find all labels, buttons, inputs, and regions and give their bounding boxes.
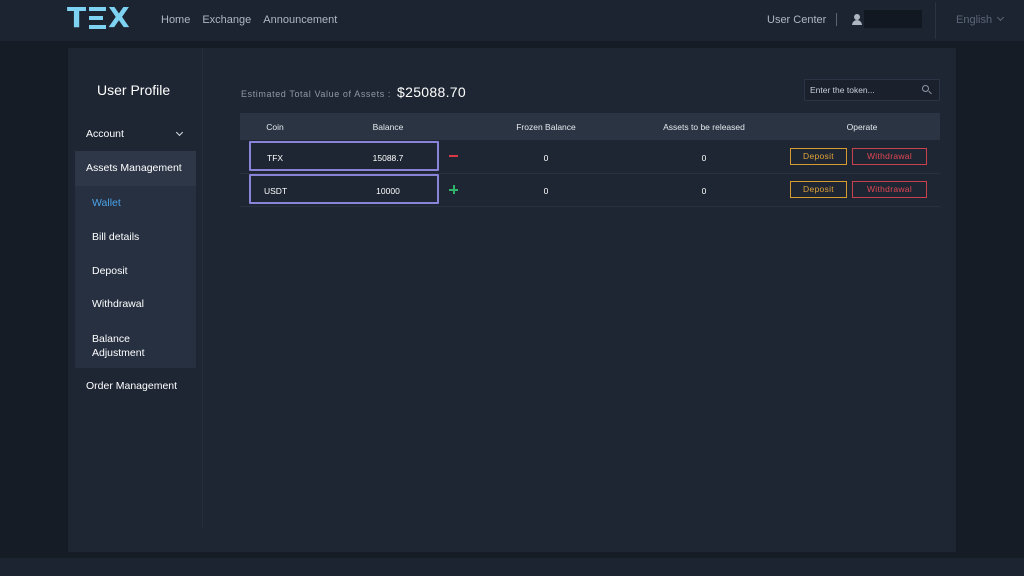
search-icon[interactable] [922, 85, 932, 95]
table-row: TFX 15088.7 0 0 Deposit Withdrawal [240, 141, 940, 174]
user-name-redacted[interactable] [864, 10, 922, 28]
sidebar: User Profile Account Assets Management W… [68, 48, 203, 528]
sidebar-item-account[interactable]: Account [86, 128, 196, 140]
estimated-total-value: Estimated Total Value of Assets : $25088.… [241, 84, 466, 102]
withdrawal-button[interactable]: Withdrawal [852, 148, 927, 165]
assets-to-release-cell: 0 [701, 153, 707, 163]
column-header-coin: Coin [266, 122, 284, 132]
withdrawal-button[interactable]: Withdrawal [852, 181, 927, 198]
column-header-operate: Operate [846, 122, 878, 132]
tex-logo[interactable]: T X [67, 4, 131, 32]
coin-cell: USDT [264, 186, 288, 196]
footer-bar [0, 558, 1024, 576]
sidebar-title: User Profile [97, 82, 171, 98]
sidebar-item-balance-adjustment[interactable]: Balance Adjustment [92, 332, 162, 360]
sidebar-item-assets-management[interactable]: Assets Management [75, 151, 196, 186]
nav-home[interactable]: Home [161, 13, 190, 27]
frozen-balance-cell: 0 [543, 153, 549, 163]
deposit-button[interactable]: Deposit [790, 181, 847, 198]
chevron-down-icon [175, 128, 184, 137]
sidebar-item-label: Account [86, 128, 124, 140]
divider [935, 2, 936, 39]
balance-cell: 10000 [376, 186, 400, 196]
sidebar-item-wallet[interactable]: Wallet [92, 197, 121, 209]
estimated-total-value-amount: $25088.70 [397, 84, 466, 100]
minus-icon[interactable] [449, 155, 458, 157]
nav-announcement[interactable]: Announcement [263, 13, 337, 27]
assets-table-header: Coin Balance Frozen Balance Assets to be… [240, 113, 940, 140]
language-selector[interactable]: English [956, 13, 1005, 26]
main-nav: Home Exchange Announcement [161, 13, 349, 27]
logo-e-mark [89, 7, 107, 29]
sidebar-item-order-management[interactable]: Order Management [86, 380, 177, 392]
nav-exchange[interactable]: Exchange [202, 13, 251, 27]
divider [836, 13, 837, 26]
column-header-frozen-balance: Frozen Balance [516, 122, 576, 132]
language-label: English [956, 14, 993, 26]
main-panel: User Profile Account Assets Management W… [68, 48, 956, 552]
column-header-assets-to-be-released: Assets to be released [663, 122, 745, 132]
chevron-down-icon [997, 13, 1005, 22]
frozen-balance-cell: 0 [543, 186, 549, 196]
user-icon[interactable] [851, 13, 863, 26]
user-center-link[interactable]: User Center [767, 14, 827, 26]
sidebar-item-withdrawal[interactable]: Withdrawal [92, 298, 144, 310]
deposit-button[interactable]: Deposit [790, 148, 847, 165]
plus-icon[interactable] [449, 185, 458, 194]
estimated-total-label: Estimated Total Value of Assets : [241, 89, 392, 99]
table-row: USDT 10000 0 0 Deposit Withdrawal [240, 174, 940, 207]
top-navigation-bar: T X Home Exchange Announcement User Cent… [0, 0, 1024, 41]
sidebar-item-deposit[interactable]: Deposit [92, 265, 128, 277]
column-header-balance: Balance [372, 122, 404, 132]
sidebar-item-bill-details[interactable]: Bill details [92, 231, 139, 243]
balance-cell: 15088.7 [372, 153, 404, 163]
assets-to-release-cell: 0 [701, 186, 707, 196]
search-input[interactable] [810, 85, 920, 95]
token-search[interactable] [804, 79, 940, 101]
coin-cell: TFX [267, 153, 284, 163]
